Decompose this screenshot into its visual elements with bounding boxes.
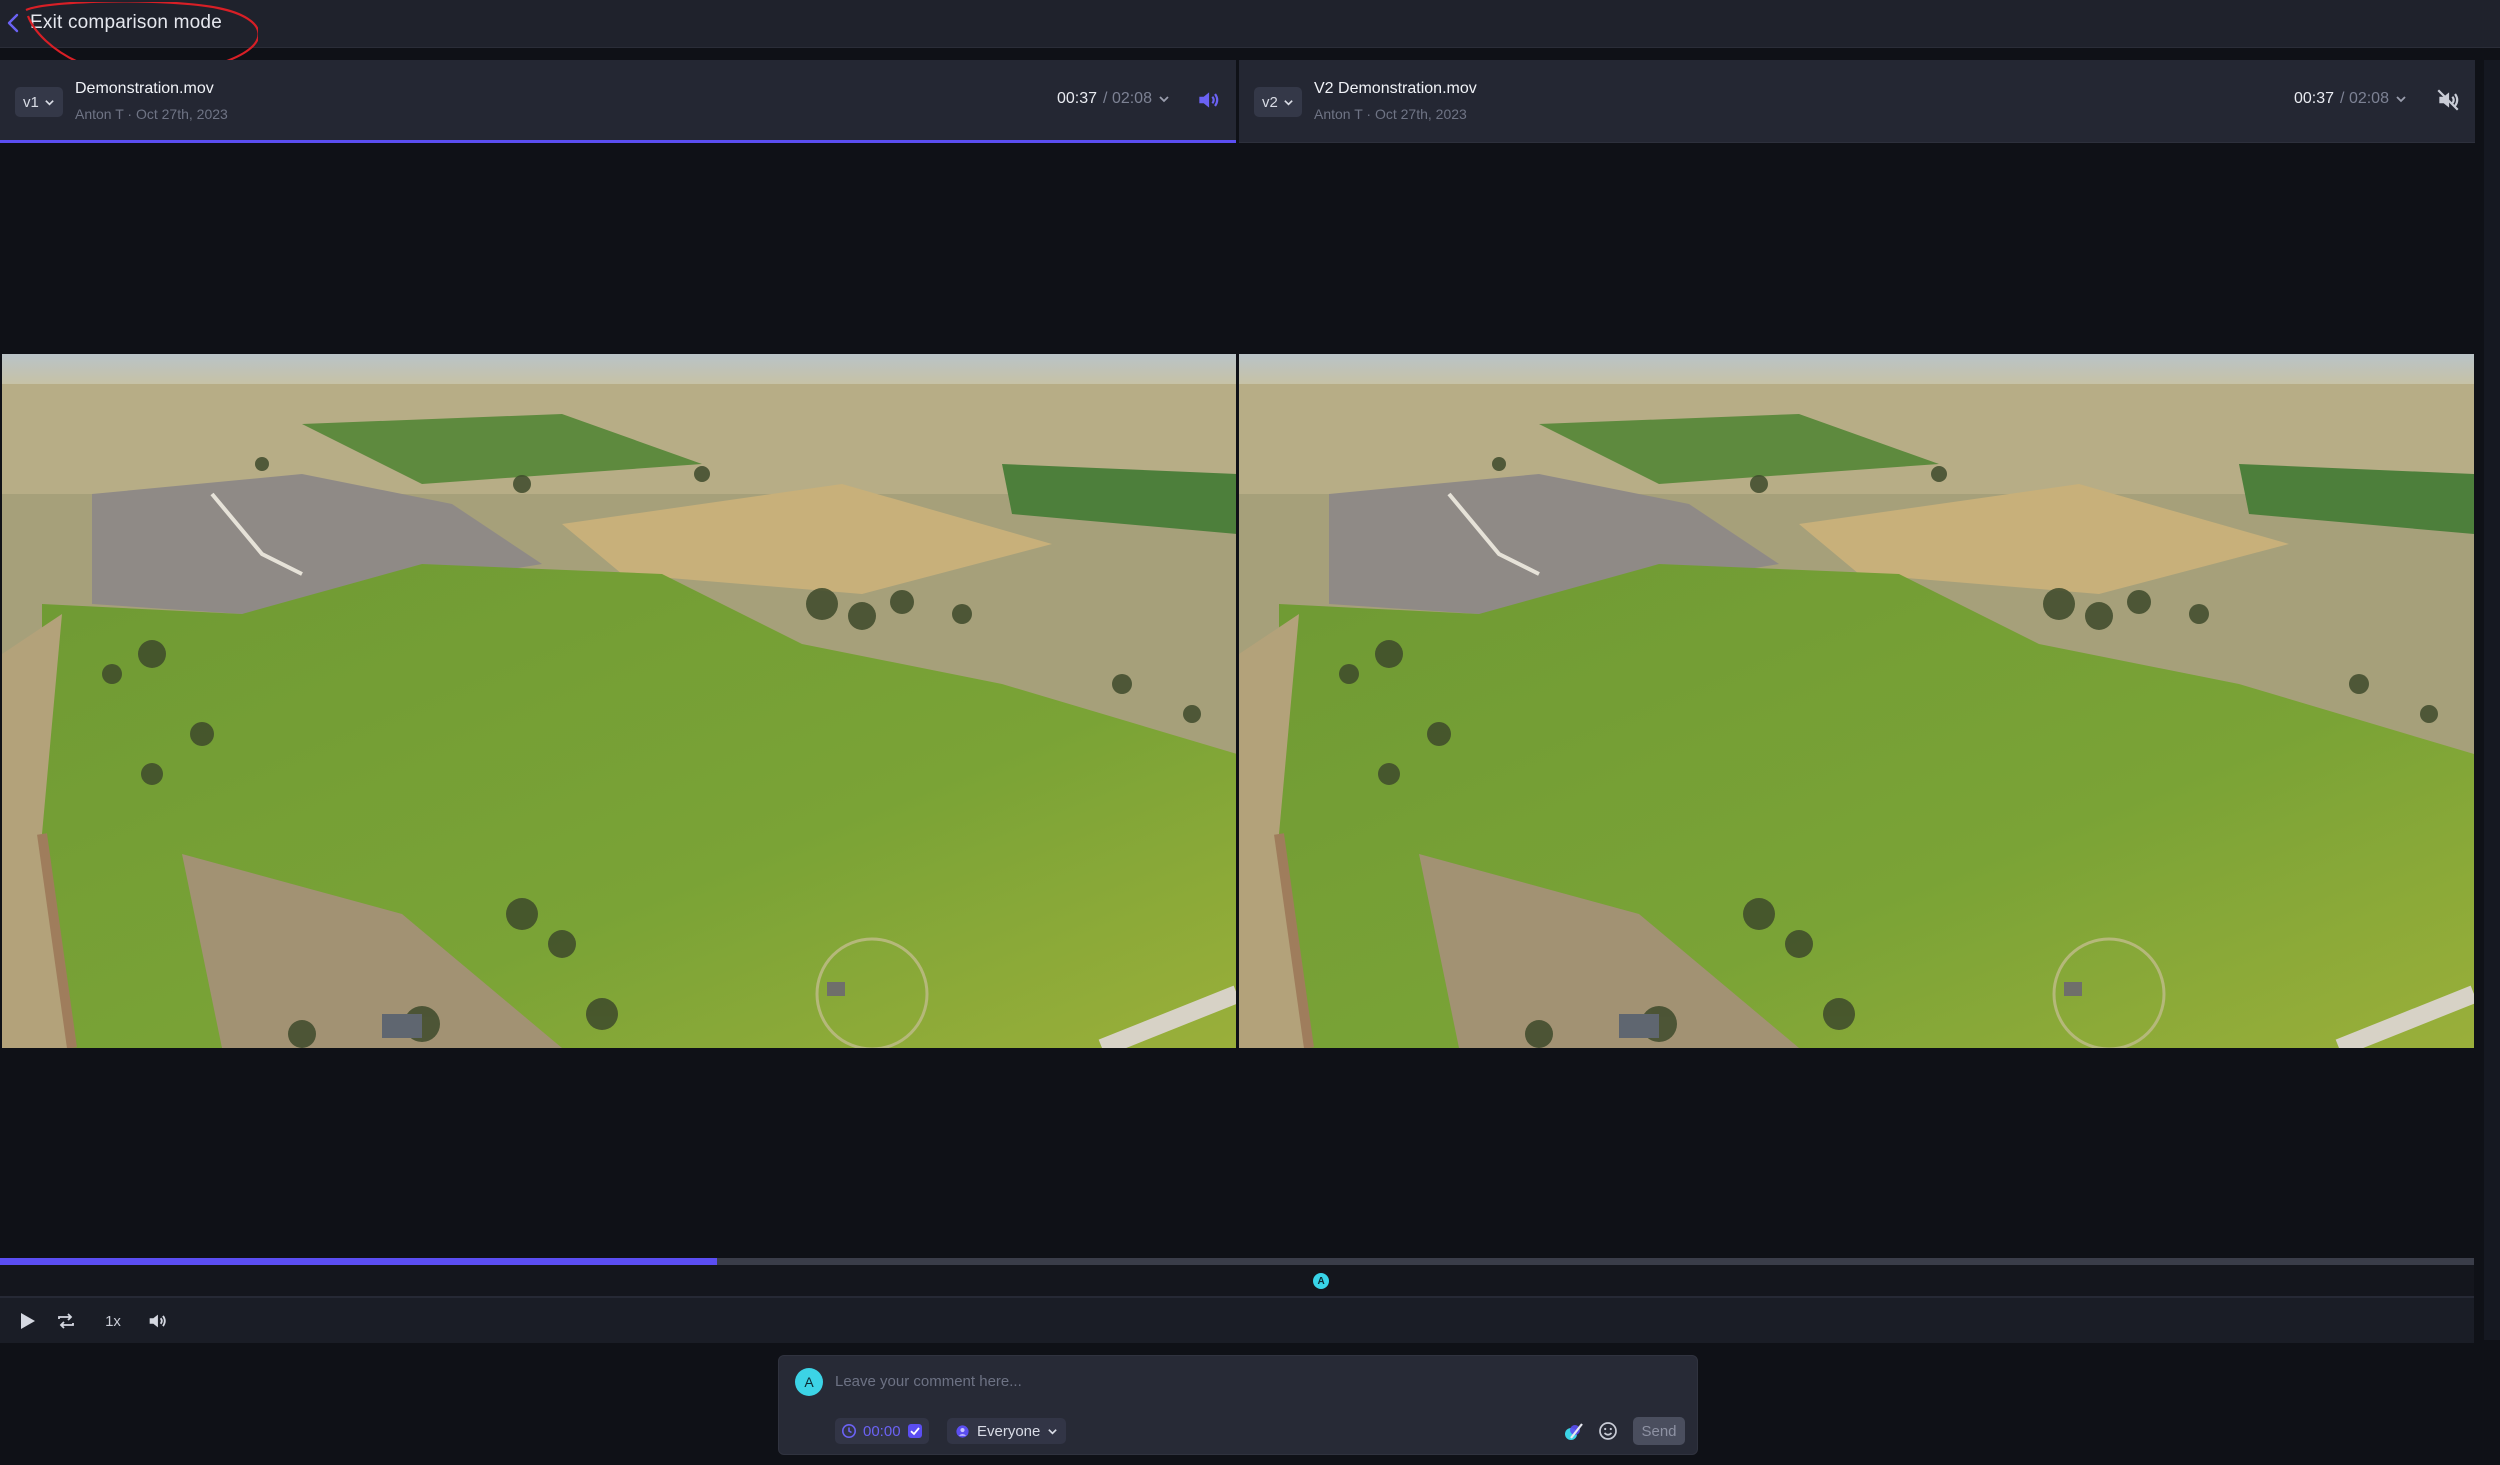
chevron-left-icon bbox=[7, 13, 19, 33]
emoji-button[interactable] bbox=[1595, 1418, 1621, 1444]
version-label: v2 bbox=[1262, 93, 1278, 111]
avatar: A bbox=[795, 1368, 823, 1396]
comment-marker-lane: A bbox=[0, 1265, 2474, 1297]
current-time: 00:37 bbox=[1057, 90, 1098, 107]
chevron-down-icon bbox=[1048, 1428, 1058, 1435]
comment-composer: A 00:00 Everyone bbox=[778, 1355, 1698, 1455]
file-name: V2 Demonstration.mov bbox=[1314, 80, 1477, 97]
exit-comparison-label: Exit comparison mode bbox=[30, 12, 222, 33]
file-name: Demonstration.mov bbox=[75, 80, 214, 97]
volume-icon[interactable] bbox=[1195, 87, 1221, 113]
chevron-down-icon bbox=[1284, 99, 1293, 106]
aerial-farmland-image bbox=[1239, 354, 2474, 1048]
aerial-farmland-image bbox=[2, 354, 1237, 1048]
playback-controls: 1x bbox=[0, 1297, 2474, 1343]
progress-fill bbox=[0, 1258, 718, 1265]
total-time: / 02:08 bbox=[1103, 90, 1152, 107]
progress-bar[interactable] bbox=[0, 1258, 2474, 1265]
side-rail bbox=[2484, 60, 2500, 1340]
total-time: / 02:08 bbox=[2340, 90, 2389, 107]
version-selector-right[interactable]: v2 bbox=[1254, 87, 1302, 117]
speed-button[interactable]: 1x bbox=[100, 1308, 126, 1334]
clock-icon bbox=[842, 1424, 856, 1438]
time-selector-left[interactable]: 00:37 / 02:08 bbox=[1057, 90, 1170, 108]
version-label: v1 bbox=[23, 93, 39, 111]
video-frame-left[interactable] bbox=[2, 354, 1237, 1048]
audience-selector[interactable]: Everyone bbox=[947, 1418, 1067, 1444]
comparison-view: Exit comparison mode v1 Demonstration.mo… bbox=[0, 0, 2500, 1465]
file-meta: Anton T · Oct 27th, 2023 bbox=[1314, 106, 1467, 122]
left-panel-header: v1 Demonstration.mov Anton T · Oct 27th,… bbox=[0, 60, 1236, 143]
comment-marker[interactable]: A bbox=[1313, 1273, 1330, 1289]
volume-muted-icon[interactable] bbox=[2435, 87, 2461, 113]
chevron-down-icon bbox=[1159, 96, 1169, 103]
loop-button[interactable] bbox=[53, 1308, 79, 1334]
volume-button[interactable] bbox=[144, 1308, 170, 1334]
right-panel-header: v2 V2 Demonstration.mov Anton T · Oct 27… bbox=[1239, 60, 2475, 143]
chevron-down-icon bbox=[45, 99, 54, 106]
send-button[interactable]: Send bbox=[1633, 1417, 1685, 1445]
timestamp-toggle[interactable]: 00:00 bbox=[835, 1418, 929, 1444]
video-frame-right[interactable] bbox=[1239, 354, 2474, 1048]
audience-icon bbox=[956, 1424, 969, 1438]
checkbox-icon bbox=[907, 1424, 922, 1438]
annotate-button[interactable] bbox=[1561, 1418, 1587, 1444]
comment-input[interactable] bbox=[835, 1366, 1655, 1396]
version-selector-left[interactable]: v1 bbox=[15, 87, 63, 117]
volume-icon bbox=[149, 1314, 166, 1328]
chevron-down-icon bbox=[2396, 96, 2406, 103]
current-time: 00:37 bbox=[2294, 90, 2335, 107]
timestamp-value: 00:00 bbox=[863, 1422, 901, 1440]
loop-icon bbox=[58, 1313, 74, 1329]
exit-comparison-button[interactable]: Exit comparison mode bbox=[4, 0, 222, 46]
top-bar: Exit comparison mode bbox=[0, 0, 2500, 76]
play-icon bbox=[21, 1313, 35, 1329]
audience-label: Everyone bbox=[977, 1422, 1041, 1440]
emoji-icon bbox=[1599, 1422, 1617, 1440]
time-selector-right[interactable]: 00:37 / 02:08 bbox=[2294, 90, 2407, 108]
paint-brush-icon bbox=[1565, 1423, 1583, 1440]
file-meta: Anton T · Oct 27th, 2023 bbox=[75, 106, 228, 122]
play-button[interactable] bbox=[14, 1308, 40, 1334]
